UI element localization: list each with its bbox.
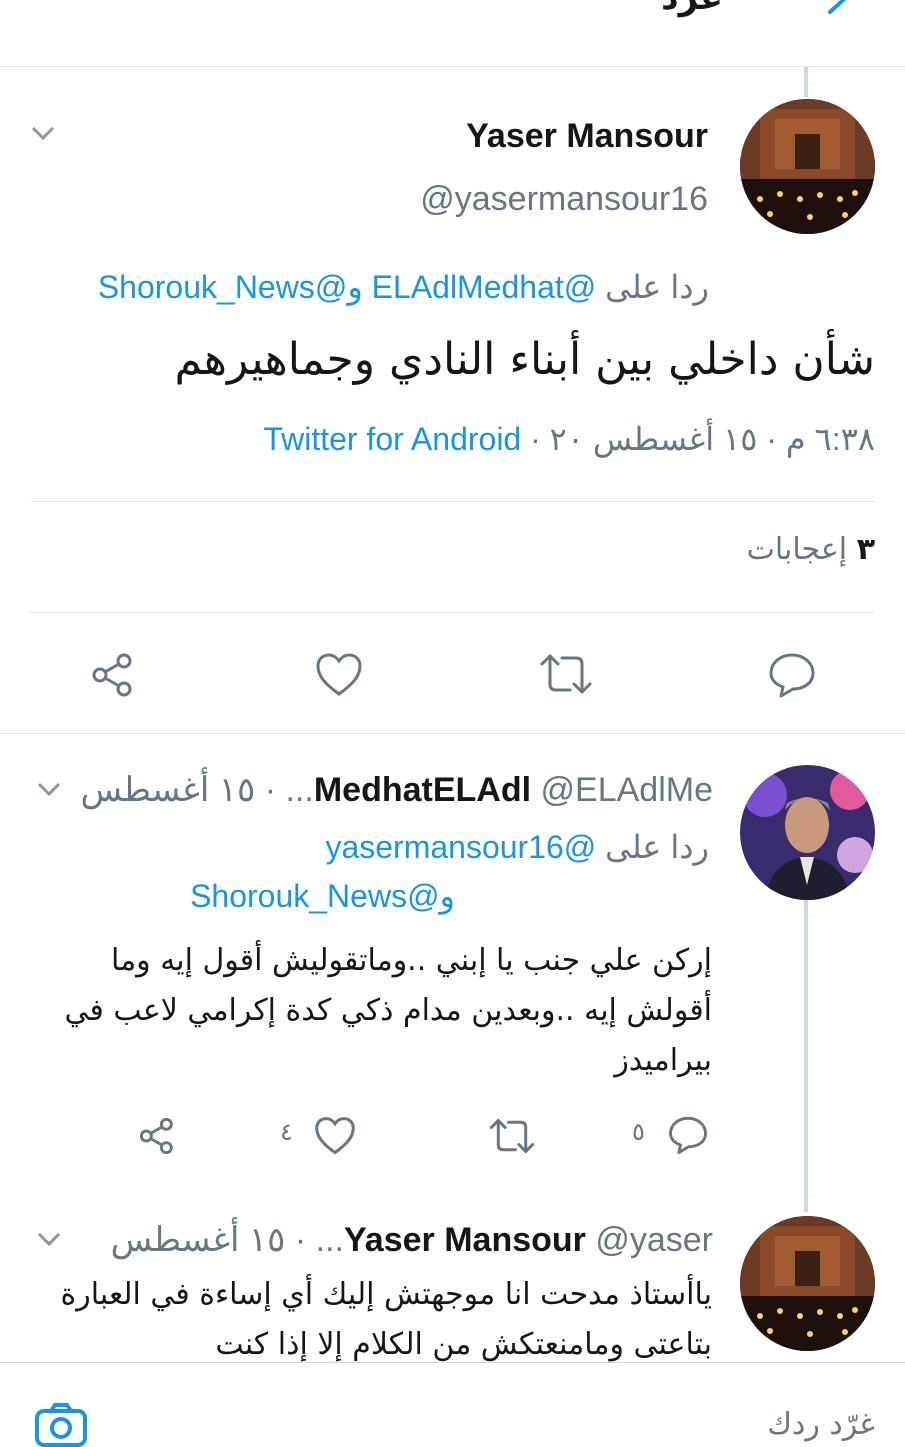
reply-context: ردا على @ELAdlMedhat و@Shorouk_News [98,268,709,306]
chevron-down-icon[interactable] [36,1230,62,1248]
reply-target[interactable]: @yasermansour16 [325,829,596,865]
divider [30,612,875,613]
author-name[interactable]: Yaser Mansour [344,1221,586,1259]
reply-context: ردا على @yasermansour16 [325,828,709,866]
chevron-down-icon[interactable] [30,124,56,142]
reply-count: ٥ [632,1118,645,1146]
tweet-source[interactable]: Twitter for Android [263,421,521,457]
reply-icon[interactable] [667,1115,709,1155]
share-icon[interactable] [138,1116,178,1156]
back-arrow-icon[interactable] [822,0,862,20]
avatar[interactable] [740,99,875,234]
tweet-meta: ٦:٣٨ م · ١٥ أغسطس ٢٠ · Twitter for Andro… [263,420,875,458]
divider [30,501,875,502]
retweet-icon[interactable] [488,1117,536,1155]
tweet-text: إركن علي جنب يا إبني ..وماتقوليش أقول إي… [64,943,712,1078]
reply-header: Yaser Mansour @yaser... · ١٥ أغسطس [111,1220,713,1260]
likes-summary[interactable]: ٣ إعجابات [747,532,875,567]
top-bar: غرّد [0,0,905,66]
reply-icon[interactable] [767,651,817,699]
tweet-text: شأن داخلي بين أبناء النادي وجماهيرهم [174,334,875,385]
reply-input[interactable]: غرّد ردك [767,1407,875,1442]
camera-icon[interactable] [34,1403,88,1447]
tweet-text: ياأستاذ مدحت انا موجهتش إليك أي إساءة في… [60,1277,712,1362]
reply-targets[interactable]: @ELAdlMedhat و@Shorouk_News [98,269,596,305]
like-icon[interactable] [314,1116,356,1156]
header-title: غرّد [661,0,723,18]
tweet-date: · ١٥ أغسطس [80,771,277,809]
reply-prefix: ردا على [605,269,709,305]
section-divider [0,733,905,734]
avatar[interactable] [740,765,875,900]
retweet-icon[interactable] [538,652,594,696]
like-count: ٤ [280,1118,293,1146]
share-icon[interactable] [90,651,138,699]
reply-header: MedhatELAdl @ELAdlMe... · ١٥ أغسطس [80,770,713,810]
tweet-timestamp: ٦:٣٨ م · ١٥ أغسطس ٢٠ · [530,421,875,457]
avatar[interactable] [740,1216,875,1351]
thread-line [804,67,808,97]
author-name[interactable]: Yaser Mansour [466,117,708,156]
reply-prefix: ردا على [605,829,709,865]
author-name[interactable]: MedhatELAdl [314,771,531,809]
tweet-date: · ١٥ أغسطس [110,1221,307,1259]
likes-count: ٣ [856,532,875,567]
like-icon[interactable] [315,652,363,698]
chevron-down-icon[interactable] [36,780,62,798]
thread-line [804,900,808,1212]
composer-bar: غرّد ردك [0,1362,905,1447]
author-handle[interactable]: @yasermansour16 [420,180,708,219]
reply-target[interactable]: و@Shorouk_News [190,877,455,915]
header-divider [0,66,905,67]
likes-label: إعجابات [746,532,848,567]
